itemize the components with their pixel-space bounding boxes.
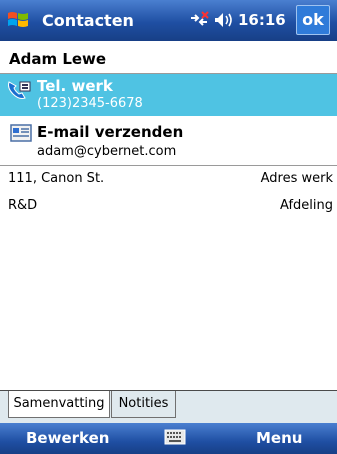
keyboard-icon[interactable] [164,428,186,446]
volume-icon[interactable] [214,10,234,30]
phone-work-label: Tel. werk [37,77,113,95]
detail-row-department[interactable]: R&D Afdeling [0,198,337,220]
edit-softkey[interactable]: Bewerken [26,429,109,447]
email-icon [10,124,32,142]
connectivity-icon[interactable] [188,10,210,30]
menu-bar: Bewerken Menu [0,423,337,454]
email-row[interactable]: E-mail verzenden adam@cybernet.com [0,117,337,165]
phone-work-icon [8,81,31,99]
detail-row-work-address[interactable]: 111, Canon St. Adres werk [0,171,337,193]
clock[interactable]: 16:16 [238,11,286,29]
title-bar: Contacten 16:16 ok [0,0,337,41]
windows-start-icon[interactable] [6,8,30,32]
menu-softkey[interactable]: Menu [256,429,302,447]
phone-work-number: (123)2345-6678 [37,96,143,111]
detail-value: 111, Canon St. [8,171,105,186]
tab-summary[interactable]: Samenvatting [8,391,110,418]
detail-value: R&D [8,198,38,213]
ok-button[interactable]: ok [296,5,330,35]
tab-notes[interactable]: Notities [111,391,176,418]
email-send-label: E-mail verzenden [37,123,184,141]
app-title: Contacten [42,11,134,30]
detail-label: Adres werk [260,171,333,186]
phone-work-row[interactable]: Tel. werk (123)2345-6678 [0,74,337,116]
email-address: adam@cybernet.com [37,144,177,159]
contact-name: Adam Lewe [9,50,107,68]
divider [0,165,337,166]
detail-label: Afdeling [280,198,333,213]
